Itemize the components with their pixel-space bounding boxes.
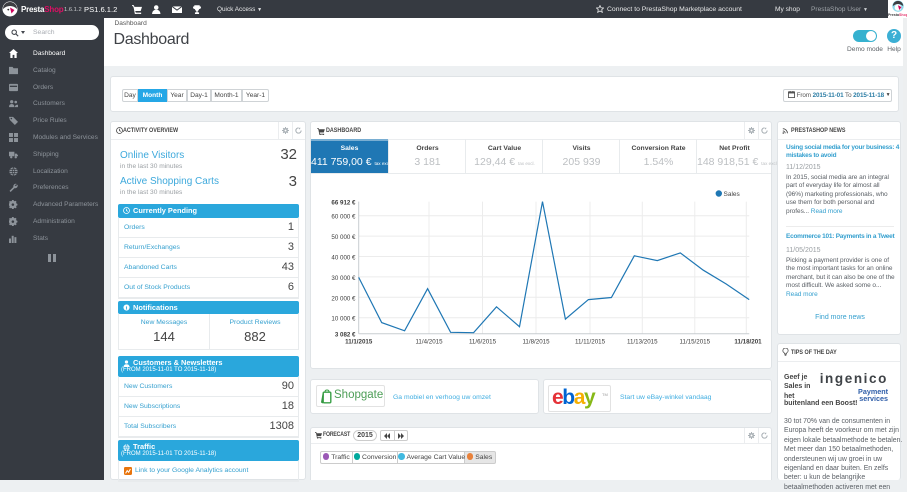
- svg-text:60 000 €: 60 000 €: [331, 214, 356, 221]
- svg-text:11/11/2015: 11/11/2015: [575, 339, 606, 346]
- svg-text:11/18/201: 11/18/201: [734, 339, 762, 346]
- svg-text:10 000 €: 10 000 €: [331, 316, 356, 323]
- svg-text:20 000 €: 20 000 €: [331, 295, 356, 302]
- svg-text:11/8/2015: 11/8/2015: [522, 339, 550, 346]
- svg-text:11/13/2015: 11/13/2015: [627, 339, 658, 346]
- svg-text:11/15/2015: 11/15/2015: [680, 339, 711, 346]
- svg-text:Sales: Sales: [724, 191, 741, 198]
- svg-text:40 000 €: 40 000 €: [331, 255, 356, 262]
- svg-text:66 912 €: 66 912 €: [331, 200, 356, 207]
- svg-text:11/1/2015: 11/1/2015: [345, 339, 373, 346]
- svg-text:11/6/2015: 11/6/2015: [469, 339, 497, 346]
- svg-text:11/4/2015: 11/4/2015: [415, 339, 443, 346]
- svg-text:50 000 €: 50 000 €: [331, 234, 356, 241]
- svg-text:30 000 €: 30 000 €: [331, 275, 356, 282]
